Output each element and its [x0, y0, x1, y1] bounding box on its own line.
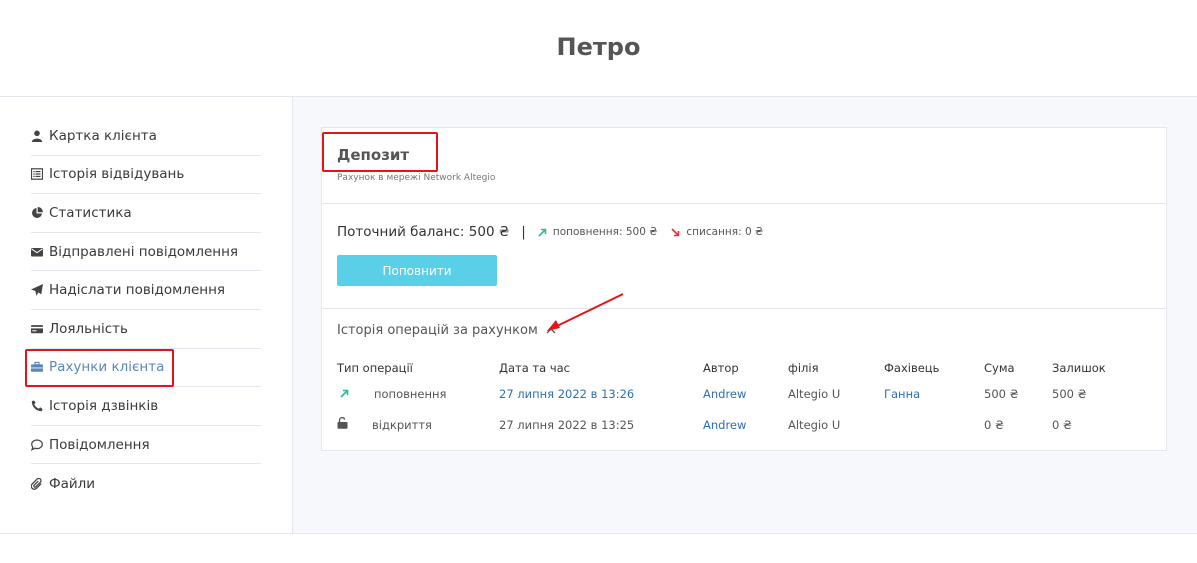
- col-balance: Залишок: [1052, 361, 1106, 375]
- topup-button[interactable]: Поповнити: [337, 255, 497, 286]
- op-datetime: 27 липня 2022 в 13:25: [499, 417, 635, 432]
- sidebar-item-notifications[interactable]: Повідомлення: [31, 426, 261, 465]
- history-title: Історія операцій за рахунком: [337, 323, 538, 338]
- list-icon: [31, 168, 43, 181]
- phone-icon: [31, 400, 43, 412]
- sidebar-item-label: Відправлені повідомлення: [49, 243, 239, 260]
- sidebar-item-visit-history[interactable]: Історія відвідувань: [31, 156, 261, 195]
- col-branch: філія: [788, 361, 819, 375]
- sidebar-item-label: Надіслати повідомлення: [49, 282, 226, 299]
- op-amount: 500 ₴: [984, 386, 1019, 401]
- op-type: поповнення: [374, 386, 447, 401]
- current-balance: Поточний баланс: 500 ₴: [337, 224, 510, 240]
- sidebar-item-statistics[interactable]: Статистика: [31, 194, 261, 233]
- op-type-cell: відкриття: [337, 409, 499, 440]
- sidebar-item-loyalty[interactable]: Лояльність: [31, 310, 261, 349]
- op-amount: 0 ₴: [984, 417, 1004, 432]
- unlock-icon: [337, 416, 348, 429]
- op-branch: Altegio U: [788, 386, 841, 401]
- page-title: Петро: [556, 33, 641, 61]
- op-specialist-link[interactable]: Ганна: [884, 378, 984, 409]
- sidebar-item-label: Лояльність: [49, 320, 128, 337]
- pie-chart-icon: [31, 206, 43, 219]
- topup-summary-text: поповнення: 500 ₴: [552, 226, 658, 238]
- op-balance: 0 ₴: [1052, 417, 1072, 432]
- balance-line: Поточний баланс: 500 ₴ | поповнення: 500…: [337, 224, 1151, 240]
- sidebar-item-label: Рахунки клієнта: [49, 359, 165, 376]
- main-layout: Картка клієнта Історія відвідувань Стати…: [0, 97, 1197, 534]
- arrow-down-right-icon: [671, 227, 680, 236]
- deposit-subtitle: Рахунок в мережі Network Altegio: [337, 173, 496, 183]
- op-type: відкриття: [372, 418, 432, 432]
- topup-summary: поповнення: 500 ₴: [538, 226, 658, 238]
- col-type: Тип операції: [337, 361, 413, 375]
- card-icon: [31, 323, 43, 335]
- op-author-link[interactable]: Andrew: [703, 409, 788, 440]
- arrow-up-right-icon: [340, 389, 349, 398]
- sidebar-item-send-message[interactable]: Надіслати повідомлення: [31, 271, 261, 310]
- content-area: Депозит Рахунок в мережі Network Altegio…: [293, 97, 1197, 533]
- op-balance: 500 ₴: [1052, 386, 1087, 401]
- table-row: поповнення 27 липня 2022 в 13:26 Andrew …: [337, 378, 1151, 409]
- operations-history: Історія операцій за рахунком Тип операці…: [322, 309, 1166, 450]
- sidebar-item-label: Історія дзвінків: [49, 397, 159, 414]
- history-toggle[interactable]: Історія операцій за рахунком: [337, 323, 1151, 338]
- sidebar-item-label: Повідомлення: [49, 436, 150, 453]
- paperclip-icon: [31, 477, 43, 490]
- sidebar-item-sent-messages[interactable]: Відправлені повідомлення: [31, 233, 261, 272]
- arrow-up-right-icon: [538, 228, 547, 237]
- sidebar-item-label: Файли: [49, 475, 96, 492]
- user-icon: [31, 130, 43, 142]
- annotation-arrow: [547, 293, 624, 331]
- paper-plane-icon: [31, 284, 43, 296]
- writeoff-summary-text: списання: 0 ₴: [686, 226, 764, 238]
- op-author-link[interactable]: Andrew: [703, 378, 788, 409]
- separator: |: [521, 224, 526, 240]
- page-header: Петро: [0, 0, 1197, 97]
- sidebar-item-files[interactable]: Файли: [31, 464, 261, 503]
- balance-section: Поточний баланс: 500 ₴ | поповнення: 500…: [322, 204, 1166, 309]
- sidebar-item-label: Історія відвідувань: [49, 166, 185, 183]
- sidebar-item-client-card[interactable]: Картка клієнта: [31, 117, 261, 156]
- sidebar: Картка клієнта Історія відвідувань Стати…: [0, 97, 293, 533]
- sidebar-item-call-history[interactable]: Історія дзвінків: [31, 387, 261, 426]
- sidebar-item-label: Статистика: [49, 204, 132, 221]
- operations-table: Тип операції Дата та час Автор філія Фах…: [337, 358, 1151, 440]
- sidebar-item-label: Картка клієнта: [49, 127, 157, 144]
- chat-bubble-icon: [31, 438, 43, 451]
- sidebar-item-client-accounts[interactable]: Рахунки клієнта: [31, 349, 261, 388]
- op-datetime-link[interactable]: 27 липня 2022 в 13:26: [499, 378, 703, 409]
- col-specialist: Фахівець: [884, 361, 940, 375]
- table-row: відкриття 27 липня 2022 в 13:25 Andrew A…: [337, 409, 1151, 440]
- op-type-cell: поповнення: [337, 378, 499, 409]
- col-datetime: Дата та час: [499, 361, 570, 375]
- col-author: Автор: [703, 361, 739, 375]
- deposit-title: Депозит: [337, 146, 410, 164]
- col-amount: Сума: [984, 361, 1015, 375]
- writeoff-summary: списання: 0 ₴: [671, 226, 763, 238]
- deposit-card-header: Депозит Рахунок в мережі Network Altegio: [322, 128, 1166, 204]
- op-specialist: [884, 409, 984, 440]
- table-header-row: Тип операції Дата та час Автор філія Фах…: [337, 358, 1151, 378]
- deposit-card: Депозит Рахунок в мережі Network Altegio…: [321, 127, 1167, 451]
- envelope-icon: [31, 246, 43, 258]
- op-branch: Altegio U: [788, 417, 841, 432]
- briefcase-icon: [31, 361, 43, 373]
